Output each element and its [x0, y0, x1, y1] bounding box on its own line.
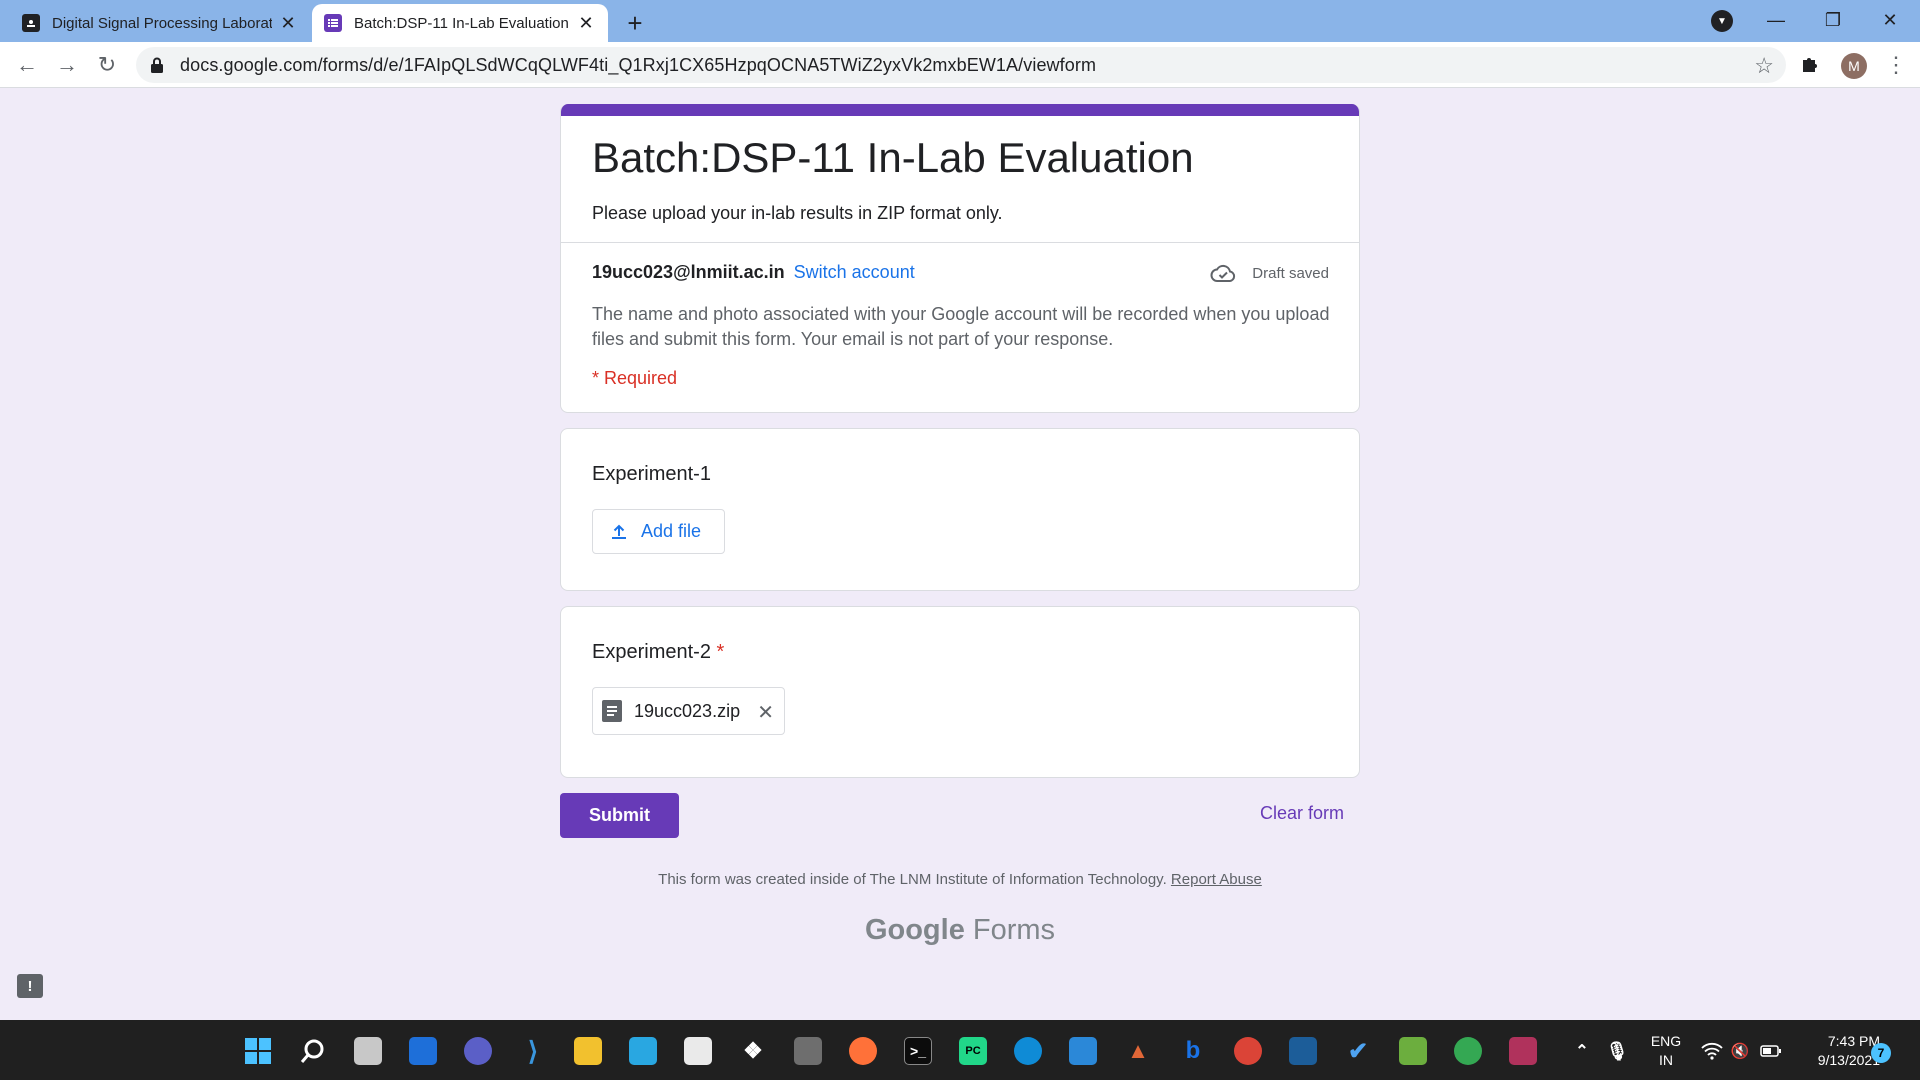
address-bar[interactable]: docs.google.com/forms/d/e/1FAIpQLSdWCqQL…	[136, 47, 1786, 83]
pycharm-icon[interactable]: PC	[959, 1037, 987, 1065]
report-abuse-link[interactable]: Report Abuse	[1171, 871, 1262, 888]
chrome-icon[interactable]	[1234, 1037, 1262, 1065]
form-header-card: Batch:DSP-11 In-Lab Evaluation Please up…	[560, 104, 1360, 413]
browser-toolbar: ← → ↻ docs.google.com/forms/d/e/1FAIpQLS…	[0, 42, 1920, 88]
accent-bar	[561, 104, 1359, 116]
notepad-icon[interactable]	[1069, 1037, 1097, 1065]
add-file-label: Add file	[641, 521, 702, 541]
extensions-puzzle-icon[interactable]	[1800, 54, 1820, 80]
bing-icon[interactable]: b	[1179, 1037, 1207, 1065]
microphone-icon[interactable]: 🎙	[1603, 1037, 1631, 1065]
vscode-icon[interactable]: ⟩	[519, 1036, 547, 1066]
close-tab-icon[interactable]: ✕	[278, 13, 298, 33]
calculator-icon[interactable]	[794, 1037, 822, 1065]
matlab-icon[interactable]: ▲	[1124, 1037, 1152, 1065]
account-row: 19ucc023@lnmiit.ac.in Switch account	[592, 262, 915, 283]
edge-icon[interactable]	[1014, 1037, 1042, 1065]
google-forms-logo[interactable]: Google Forms	[0, 914, 1920, 947]
close-window-icon[interactable]: ✕	[1867, 4, 1913, 36]
question-card-experiment-1: Experiment-1 Add file	[560, 428, 1360, 591]
footer-text: This form was created inside of The LNM …	[0, 871, 1920, 888]
windows-taskbar: ⟩ ❖ >_ PC ▲ b ✔ ⌃ 🎙 ENG IN 🔇 7:43 PM 9/1…	[0, 1020, 1920, 1080]
chevron-up-icon[interactable]: ⌃	[1568, 1037, 1596, 1065]
notification-badge[interactable]: 7	[1871, 1043, 1891, 1063]
bookmark-star-icon[interactable]: ☆	[1754, 53, 1774, 79]
teams-chat-icon[interactable]	[464, 1037, 492, 1065]
lang-line-2: IN	[1659, 1052, 1673, 1068]
remove-file-icon[interactable]: ✕	[757, 700, 774, 725]
question-title-text: Experiment-2	[592, 641, 711, 663]
footer-created-text: This form was created inside of The LNM …	[658, 871, 1167, 888]
add-file-button[interactable]: Add file	[592, 509, 725, 554]
start-windows-icon[interactable]	[244, 1037, 272, 1065]
forward-arrow-icon[interactable]: →	[52, 50, 82, 80]
draft-status: Draft saved	[1210, 263, 1329, 283]
switch-account-link[interactable]: Switch account	[794, 262, 915, 282]
draft-status-text: Draft saved	[1252, 264, 1329, 282]
paint-icon[interactable]	[1399, 1037, 1427, 1065]
tab-digital-signal-processing[interactable]: Digital Signal Processing Laborat ✕	[10, 4, 310, 42]
new-tab-icon[interactable]: +	[620, 8, 650, 38]
task-view-icon[interactable]	[354, 1037, 382, 1065]
required-note: * Required	[592, 368, 678, 388]
firefox-icon[interactable]	[849, 1037, 877, 1065]
system-clock[interactable]: 7:43 PM 9/13/2021	[1790, 1032, 1880, 1070]
tab-batch-dsp-11[interactable]: Batch:DSP-11 In-Lab Evaluation ✕	[312, 4, 608, 42]
snipping-tool-icon[interactable]	[1289, 1037, 1317, 1065]
upload-icon	[612, 524, 626, 539]
close-tab-icon[interactable]: ✕	[576, 13, 596, 33]
uploaded-file-chip[interactable]: 19ucc023.zip ✕	[592, 687, 785, 735]
clock-time: 7:43 PM	[1827, 1033, 1880, 1049]
privacy-notice: The name and photo associated with your …	[592, 304, 1330, 349]
back-arrow-icon[interactable]: ←	[12, 50, 42, 80]
wifi-icon[interactable]	[1698, 1037, 1726, 1065]
question-title: Experiment-1	[592, 463, 711, 486]
submit-button[interactable]: Submit	[560, 793, 679, 838]
winrar-icon[interactable]	[1509, 1037, 1537, 1065]
speaker-muted-icon[interactable]: 🔇	[1726, 1037, 1754, 1065]
brand-google: Google	[864, 914, 965, 946]
terminal-icon[interactable]: >_	[904, 1037, 932, 1065]
file-icon	[602, 700, 622, 722]
reload-icon[interactable]: ↻	[92, 50, 122, 80]
file-explorer-icon[interactable]	[574, 1037, 602, 1065]
feedback-icon[interactable]: !	[17, 974, 43, 998]
form-title: Batch:DSP-11 In-Lab Evaluation	[592, 134, 1194, 181]
restore-icon[interactable]: ❐	[1810, 4, 1856, 36]
forms-favicon-icon	[324, 14, 342, 32]
chrome-profile-icon[interactable]	[1454, 1037, 1482, 1065]
language-indicator[interactable]: ENG IN	[1648, 1032, 1684, 1070]
url-text: docs.google.com/forms/d/e/1FAIpQLSdWCqQL…	[180, 54, 1097, 75]
tab-title: Batch:DSP-11 In-Lab Evaluation	[354, 14, 569, 32]
browser-tab-strip: Digital Signal Processing Laborat ✕ Batc…	[0, 0, 1920, 42]
widgets-icon[interactable]	[409, 1037, 437, 1065]
minimize-icon[interactable]: —	[1753, 4, 1799, 36]
profile-avatar[interactable]: M	[1841, 53, 1867, 79]
account-email: 19ucc023@lnmiit.ac.in	[592, 262, 785, 282]
tab-search-icon[interactable]: ▼	[1711, 10, 1733, 32]
lock-icon	[151, 57, 163, 73]
question-title: Experiment-2 *	[592, 641, 724, 664]
lang-line-1: ENG	[1650, 1033, 1682, 1049]
store-icon[interactable]	[684, 1037, 712, 1065]
file-name: 19ucc023.zip	[634, 700, 741, 721]
divider	[561, 242, 1359, 243]
form-description: Please upload your in-lab results in ZIP…	[592, 203, 1003, 223]
classroom-favicon-icon	[22, 14, 40, 32]
search-icon[interactable]	[299, 1037, 327, 1065]
required-asterisk: *	[716, 641, 725, 663]
question-card-experiment-2: Experiment-2 * 19ucc023.zip ✕	[560, 606, 1360, 778]
tab-title: Digital Signal Processing Laborat	[52, 14, 272, 32]
brand-forms: Forms	[972, 914, 1056, 946]
battery-icon[interactable]	[1757, 1037, 1785, 1065]
cloud-check-icon	[1210, 264, 1236, 282]
dropbox-icon[interactable]: ❖	[739, 1037, 767, 1065]
question-title-text: Experiment-1	[592, 463, 711, 485]
clock-date: 9/13/2021	[1817, 1052, 1880, 1068]
browser-menu-icon[interactable]: ⋮	[1885, 52, 1907, 78]
monitor-icon[interactable]	[629, 1037, 657, 1065]
clear-form-button[interactable]: Clear form	[1260, 803, 1344, 824]
todo-check-icon[interactable]: ✔	[1344, 1037, 1372, 1065]
